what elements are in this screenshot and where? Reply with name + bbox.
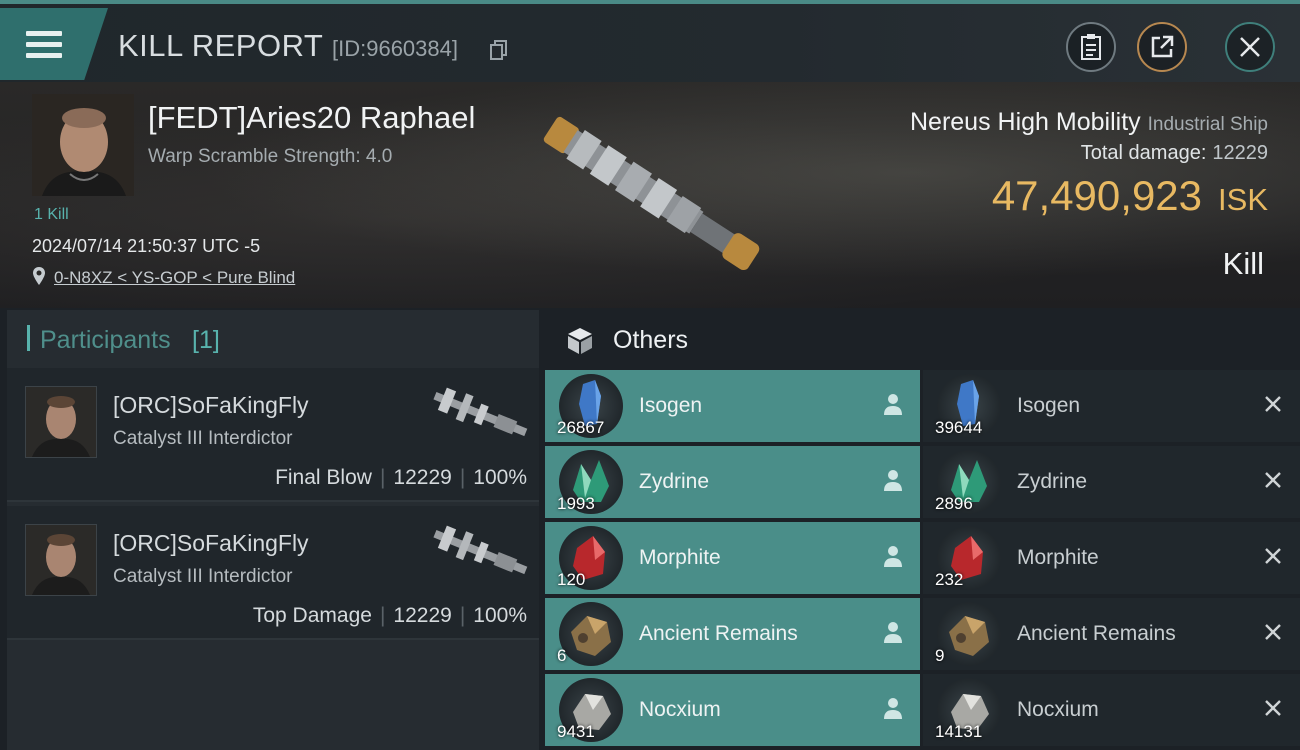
ancient-remains-icon: [937, 602, 1001, 666]
others-header: Others: [545, 318, 1300, 368]
total-damage: Total damage: 12229: [1081, 142, 1268, 165]
destroyed-item[interactable]: 232 Morphite: [923, 522, 1300, 594]
participant-stats: Top Damage | 12229 | 100%: [252, 604, 527, 627]
isk-value: 47,490,923: [991, 172, 1203, 219]
participant-ship: Catalyst III Interdictor: [113, 428, 293, 449]
item-name: Morphite: [1017, 546, 1099, 569]
participant-percent: 100%: [473, 604, 527, 627]
person-icon: [884, 546, 902, 567]
victim-portrait[interactable]: [32, 94, 134, 196]
participants-header: Participants [1]: [7, 318, 539, 364]
item-name: Morphite: [639, 546, 721, 569]
participant-damage: 12229: [393, 604, 452, 627]
participant-damage: 12229: [393, 466, 452, 489]
item-quantity: 9431: [557, 722, 595, 741]
item-name: Nocxium: [639, 698, 721, 721]
participant-ship-image: [433, 387, 528, 437]
share-icon: [1151, 35, 1174, 58]
dropped-item[interactable]: 6 Ancient Remains: [545, 598, 920, 670]
participant-percent: 100%: [473, 466, 527, 489]
ship-class: Industrial Ship: [1147, 114, 1268, 135]
person-icon: [884, 470, 902, 491]
item-quantity: 9: [935, 646, 945, 665]
item-name: Zydrine: [1017, 470, 1088, 493]
person-icon: [884, 622, 902, 643]
participant-avatar: [25, 524, 97, 596]
dropped-item[interactable]: 26867 Isogen: [545, 370, 920, 442]
item-name: Isogen: [639, 394, 703, 417]
item-name: Ancient Remains: [639, 622, 798, 645]
total-damage-label: Total damage:: [1080, 142, 1207, 164]
participant-role: Top Damage: [252, 604, 372, 627]
clipboard-icon: [1081, 34, 1101, 60]
participants-count: [1]: [192, 326, 220, 354]
person-icon: [884, 698, 902, 719]
participant-role: Final Blow: [275, 466, 372, 489]
item-quantity: 26867: [557, 418, 605, 437]
dropped-item[interactable]: 9431 Nocxium: [545, 674, 920, 746]
close-icon: [1240, 37, 1260, 57]
destroyed-item[interactable]: 14131 Nocxium: [923, 674, 1300, 746]
close-icon: [1265, 700, 1281, 716]
others-label: Others: [613, 326, 689, 354]
copy-icon[interactable]: [490, 40, 508, 60]
destroyed-item[interactable]: 9 Ancient Remains: [923, 598, 1300, 670]
dropped-item[interactable]: 1993 Zydrine: [545, 446, 920, 518]
hamburger-icon: [26, 31, 62, 58]
menu-button[interactable]: [0, 8, 108, 80]
share-button[interactable]: [1137, 22, 1187, 72]
page-title: KILL REPORT: [118, 28, 324, 63]
participant-name: [ORC]SoFaKingFly: [113, 530, 309, 556]
close-button[interactable]: [1225, 22, 1275, 72]
clipboard-button[interactable]: [1066, 22, 1116, 72]
kill-timestamp: 2024/07/14 21:50:37 UTC -5: [32, 236, 261, 256]
item-quantity: 6: [557, 646, 567, 665]
dropped-item[interactable]: 120 Morphite: [545, 522, 920, 594]
victim-name[interactable]: [FEDT]Aries20 Raphael: [148, 100, 475, 136]
item-name: Zydrine: [639, 470, 710, 493]
person-icon: [884, 394, 902, 415]
header-accent-bar: [27, 325, 30, 351]
close-icon: [1265, 624, 1281, 640]
top-bar: KILL REPORT [ID:9660384]: [0, 0, 1300, 82]
participant-name: [ORC]SoFaKingFly: [113, 392, 309, 418]
victim-kills: 1 Kill: [34, 206, 69, 223]
item-quantity: 232: [935, 570, 964, 589]
item-quantity: 2896: [935, 494, 973, 513]
ancient-remains-icon: [559, 602, 623, 666]
ship-name[interactable]: Nereus High Mobility Industrial Ship: [910, 108, 1268, 137]
participant-row[interactable]: [ORC]SoFaKingFly Catalyst III Interdicto…: [7, 368, 539, 502]
item-name: Nocxium: [1017, 698, 1099, 721]
destroyed-item[interactable]: 39644 Isogen: [923, 370, 1300, 442]
report-id: [ID:9660384]: [332, 36, 458, 61]
item-quantity: 1993: [557, 494, 595, 513]
total-damage-value: 12229: [1212, 142, 1268, 164]
cube-icon: [568, 328, 592, 354]
destroyed-item[interactable]: 2896 Zydrine: [923, 446, 1300, 518]
participant-avatar: [25, 386, 97, 458]
item-quantity: 14131: [935, 722, 983, 741]
location-pin-icon: [33, 267, 45, 285]
close-icon: [1265, 548, 1281, 564]
item-quantity: 120: [557, 570, 586, 589]
close-icon: [1265, 472, 1281, 488]
item-name: Isogen: [1017, 394, 1081, 417]
item-quantity: 39644: [935, 418, 983, 437]
participant-row[interactable]: [ORC]SoFaKingFly Catalyst III Interdicto…: [7, 506, 539, 640]
victim-ship-image: [543, 116, 760, 271]
isk-unit: ISK: [1218, 182, 1268, 217]
participants-label: Participants: [40, 326, 171, 354]
participant-ship: Catalyst III Interdictor: [113, 566, 293, 587]
isk-value-row: 47,490,923 ISK: [992, 172, 1268, 220]
avatar: [32, 94, 134, 196]
warp-scramble-strength: Warp Scramble Strength: 4.0: [148, 146, 393, 167]
participant-ship-image: [433, 525, 528, 575]
participant-stats: Final Blow | 12229 | 100%: [275, 466, 527, 489]
item-name: Ancient Remains: [1017, 622, 1176, 645]
ship-name-text: Nereus High Mobility: [910, 108, 1141, 136]
kill-type: Kill: [1222, 246, 1264, 281]
close-icon: [1265, 396, 1281, 412]
location-link[interactable]: 0-N8XZ < YS-GOP < Pure Blind: [54, 268, 295, 288]
